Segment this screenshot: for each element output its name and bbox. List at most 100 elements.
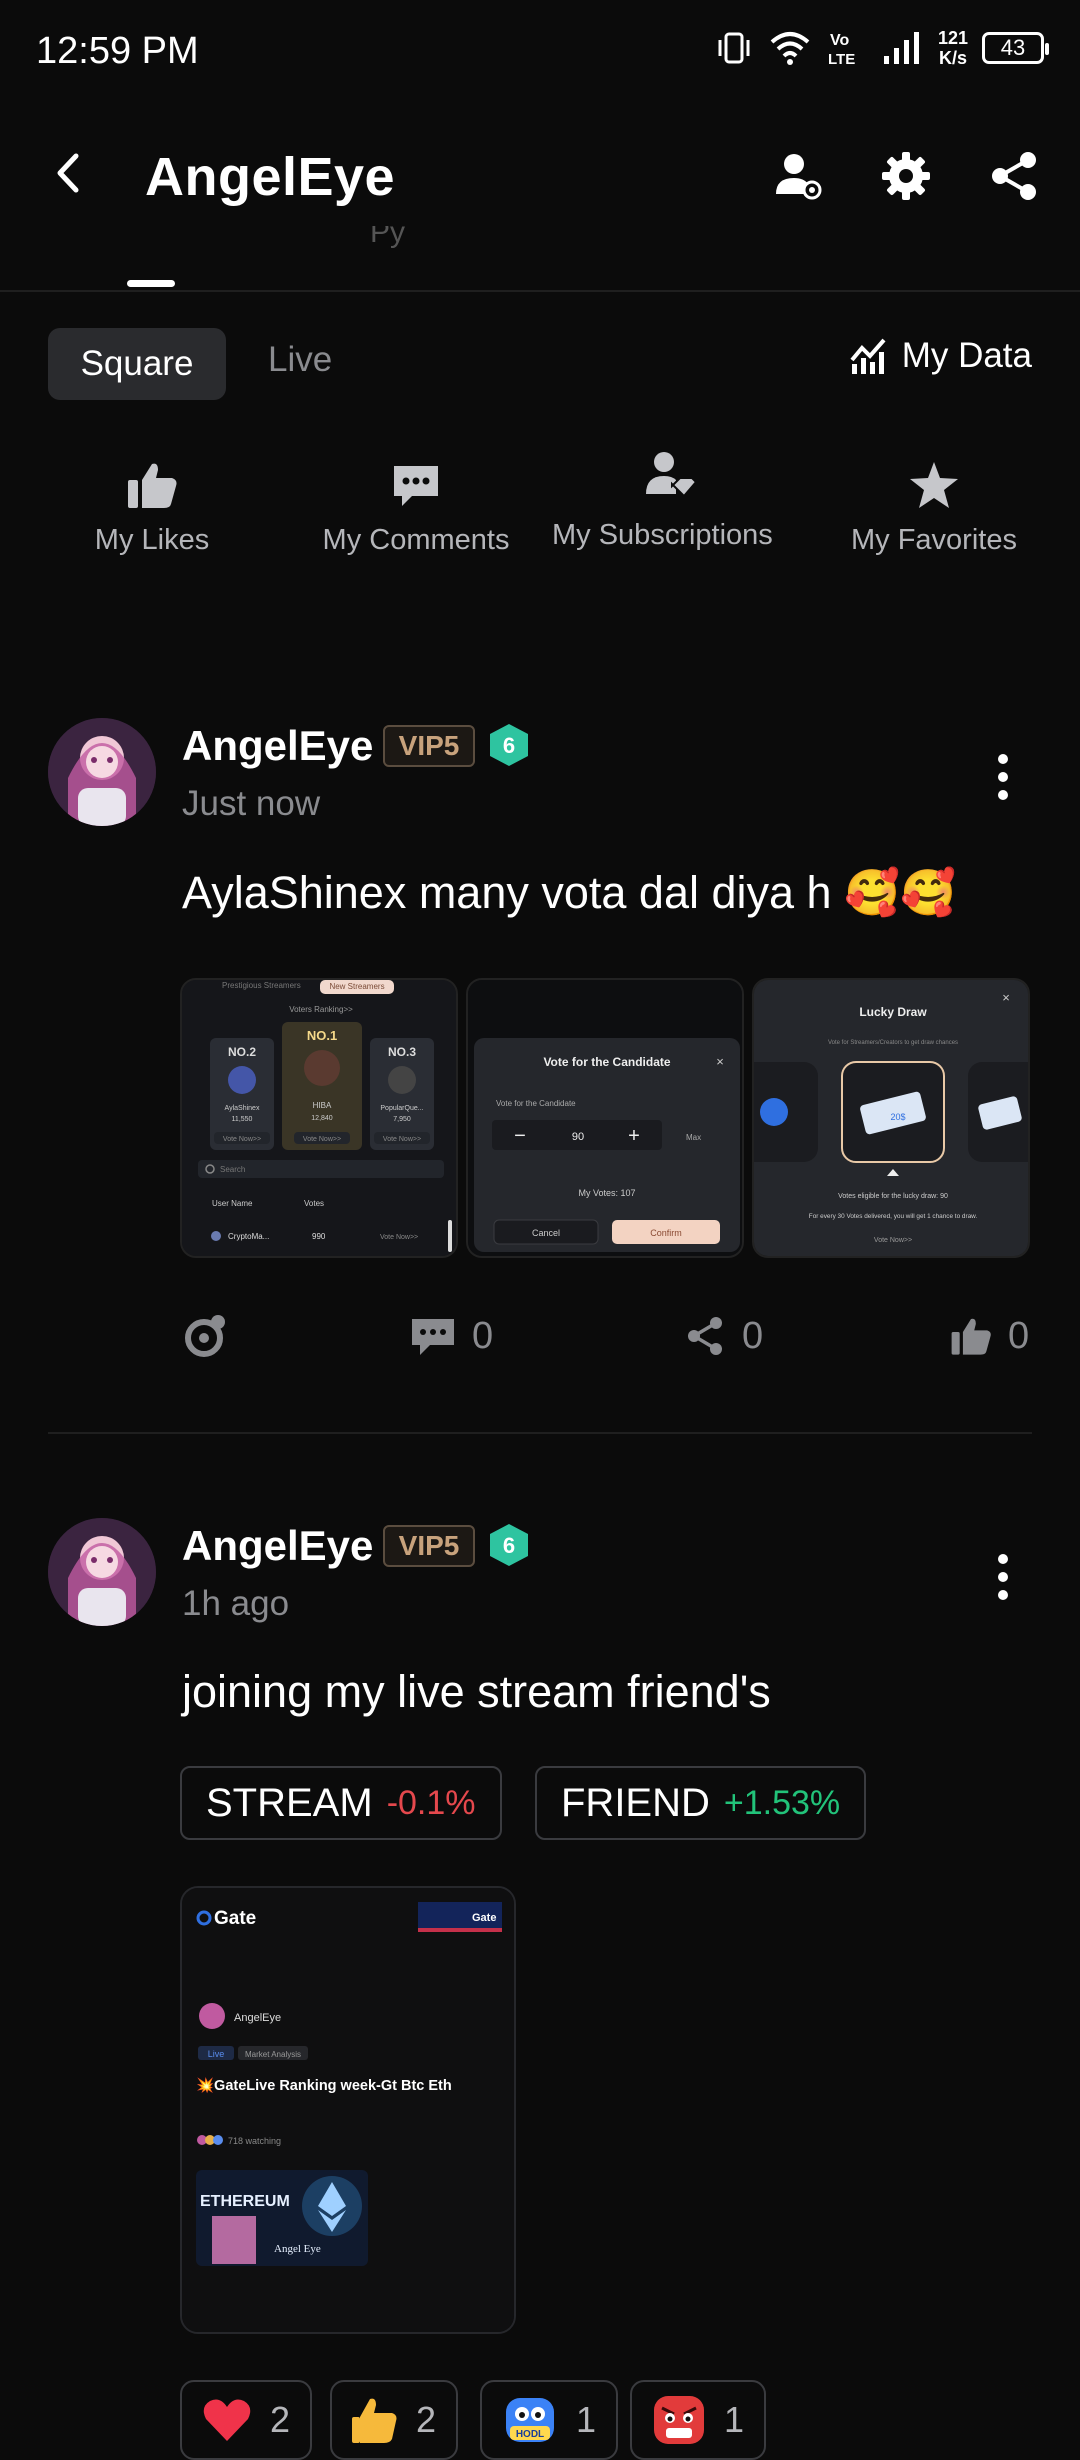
network-speed: 121 K/s (937, 28, 968, 68)
gear-icon[interactable] (878, 148, 934, 204)
segment-square[interactable]: Square (48, 328, 226, 400)
status-bar: 12:59 PM Vo LTE 121 K/s 43 (0, 0, 1080, 110)
svg-text:For every 30 Votes delivered,: For every 30 Votes delivered, you will g… (809, 1213, 978, 1220)
svg-text:Lucky Draw: Lucky Draw (859, 1005, 927, 1019)
svg-text:+: + (628, 1125, 640, 1147)
svg-text:Live: Live (208, 2049, 225, 2059)
post-time: 1h ago (182, 1584, 290, 1623)
angry-emoji-icon (654, 2396, 704, 2444)
svg-text:Vote for the Candidate: Vote for the Candidate (496, 1099, 576, 1108)
reaction-thumbs-up[interactable]: 2 (330, 2380, 459, 2460)
thumbs-up-icon (128, 463, 177, 508)
coin-tag-friend[interactable]: FRIEND +1.53% (535, 1766, 867, 1840)
svg-text:×: × (1002, 990, 1010, 1005)
back-arrow-icon[interactable] (44, 148, 94, 198)
post-separator (48, 1432, 1032, 1434)
live-stream-card[interactable]: Gate Gate AngelEye Live Market Analysis … (180, 1886, 516, 2334)
svg-text:AylaShinex: AylaShinex (225, 1105, 260, 1112)
svg-text:12,840: 12,840 (311, 1115, 333, 1122)
svg-text:Search: Search (220, 1165, 245, 1174)
vip-badge: VIP5 (383, 1525, 475, 1567)
svg-text:×: × (716, 1054, 724, 1069)
level-number: 6 (503, 733, 515, 758)
comment-count[interactable]: 0 (410, 1308, 493, 1364)
tab-indicator (127, 280, 175, 287)
heart-icon (203, 2399, 251, 2441)
post-image-1[interactable]: Prestigious Streamers New Streamers Vote… (180, 978, 458, 1258)
chart-icon (850, 338, 886, 374)
svg-text:Cancel: Cancel (532, 1228, 560, 1238)
svg-text:NO.2: NO.2 (228, 1045, 256, 1059)
svg-text:Votes eligible for the lucky d: Votes eligible for the lucky draw: 90 (838, 1193, 948, 1200)
post-time: Just now (182, 784, 321, 823)
svg-text:Gate: Gate (472, 1912, 496, 1924)
quick-my-favorites[interactable]: My Favorites (834, 460, 1034, 557)
wifi-icon (770, 32, 810, 65)
tab-label-partial[interactable]: Py (370, 226, 405, 248)
live-card-image: Gate Gate AngelEye Live Market Analysis … (182, 1888, 514, 2332)
vote-dialog-screenshot: Vote for the Candidate × Vote for the Ca… (468, 980, 742, 1256)
reaction-heart[interactable]: 2 (180, 2380, 313, 2460)
svg-text:Vote Now>>: Vote Now>> (223, 1136, 261, 1143)
svg-text:AngelEye: AngelEye (234, 2012, 281, 2024)
post-text: AylaShinex many vota dal diya h 🥰🥰 (182, 867, 957, 918)
svg-text:Prestigious Streamers: Prestigious Streamers (222, 981, 301, 990)
level-badge-icon: 6 (490, 1524, 528, 1566)
user-settings-icon[interactable] (770, 148, 826, 204)
my-data-button[interactable]: My Data (848, 336, 1032, 376)
avatar-image (48, 1518, 156, 1626)
svg-text:💥GateLive Ranking week-Gt Btc: 💥GateLive Ranking week-Gt Btc Eth (196, 2076, 452, 2094)
svg-text:NO.3: NO.3 (388, 1045, 416, 1059)
my-data-label: My Data (901, 336, 1032, 375)
star-icon (910, 462, 958, 508)
post-author[interactable]: AngelEye (182, 1522, 373, 1570)
svg-text:11,550: 11,550 (232, 1116, 253, 1123)
svg-text:Vo: Vo (830, 32, 849, 49)
reaction-hodl[interactable]: HODL 1 (480, 2380, 619, 2460)
svg-text:Vote Now>>: Vote Now>> (383, 1136, 421, 1143)
svg-text:718 watching: 718 watching (228, 2136, 281, 2146)
svg-text:LTE: LTE (828, 51, 855, 68)
signal-icon (883, 32, 919, 64)
avatar-image (48, 718, 156, 826)
svg-text:HIBA: HIBA (313, 1101, 332, 1110)
svg-text:Confirm: Confirm (650, 1228, 682, 1238)
svg-text:My Votes: 107: My Votes: 107 (578, 1188, 635, 1198)
svg-text:PopularQue...: PopularQue... (380, 1105, 423, 1112)
svg-text:Vote Now>>: Vote Now>> (303, 1136, 341, 1143)
post-image-3[interactable]: Lucky Draw × Vote for Streamers/Creators… (752, 978, 1030, 1258)
quick-my-likes[interactable]: My Likes (82, 460, 222, 557)
like-count[interactable]: 0 (950, 1308, 1029, 1364)
share-icon[interactable] (986, 148, 1042, 204)
avatar[interactable] (48, 718, 156, 826)
svg-text:Vote Now>>: Vote Now>> (380, 1234, 418, 1241)
repost-icon[interactable] (180, 1308, 230, 1364)
segment-live[interactable]: Live (268, 340, 332, 380)
svg-text:990: 990 (312, 1232, 326, 1241)
thumbs-up-icon (951, 1318, 991, 1355)
hodl-emoji-icon: HODL (506, 2398, 554, 2442)
svg-text:−: − (514, 1125, 526, 1147)
battery-indicator: 43 (982, 32, 1049, 64)
share-icon (688, 1317, 722, 1355)
svg-text:CryptoMa...: CryptoMa... (228, 1232, 269, 1241)
svg-text:Vote Now>>: Vote Now>> (874, 1237, 912, 1244)
post-author[interactable]: AngelEye (182, 722, 373, 770)
quick-my-subscriptions[interactable]: My Subscriptions (552, 448, 792, 554)
svg-text:20$: 20$ (890, 1112, 905, 1122)
status-icons: Vo LTE 121 K/s 43 (714, 28, 1049, 68)
level-badge-icon: 6 (490, 724, 528, 766)
svg-text:Vote for Streamers/Creators to: Vote for Streamers/Creators to get draw … (828, 1040, 958, 1046)
share-count[interactable]: 0 (684, 1308, 763, 1364)
reaction-angry[interactable]: 1 (630, 2380, 767, 2460)
more-options-icon[interactable] (996, 752, 1010, 802)
quick-my-comments[interactable]: My Comments (306, 460, 526, 557)
divider (0, 290, 1080, 292)
coin-tag-stream[interactable]: STREAM -0.1% (180, 1766, 502, 1840)
post-image-2[interactable]: Vote for the Candidate × Vote for the Ca… (466, 978, 744, 1258)
subscriptions-icon (646, 452, 698, 498)
more-options-icon[interactable] (996, 1552, 1010, 1602)
avatar[interactable] (48, 1518, 156, 1626)
svg-text:NO.1: NO.1 (307, 1028, 337, 1043)
voters-ranking-screenshot: Prestigious Streamers New Streamers Vote… (182, 980, 456, 1256)
